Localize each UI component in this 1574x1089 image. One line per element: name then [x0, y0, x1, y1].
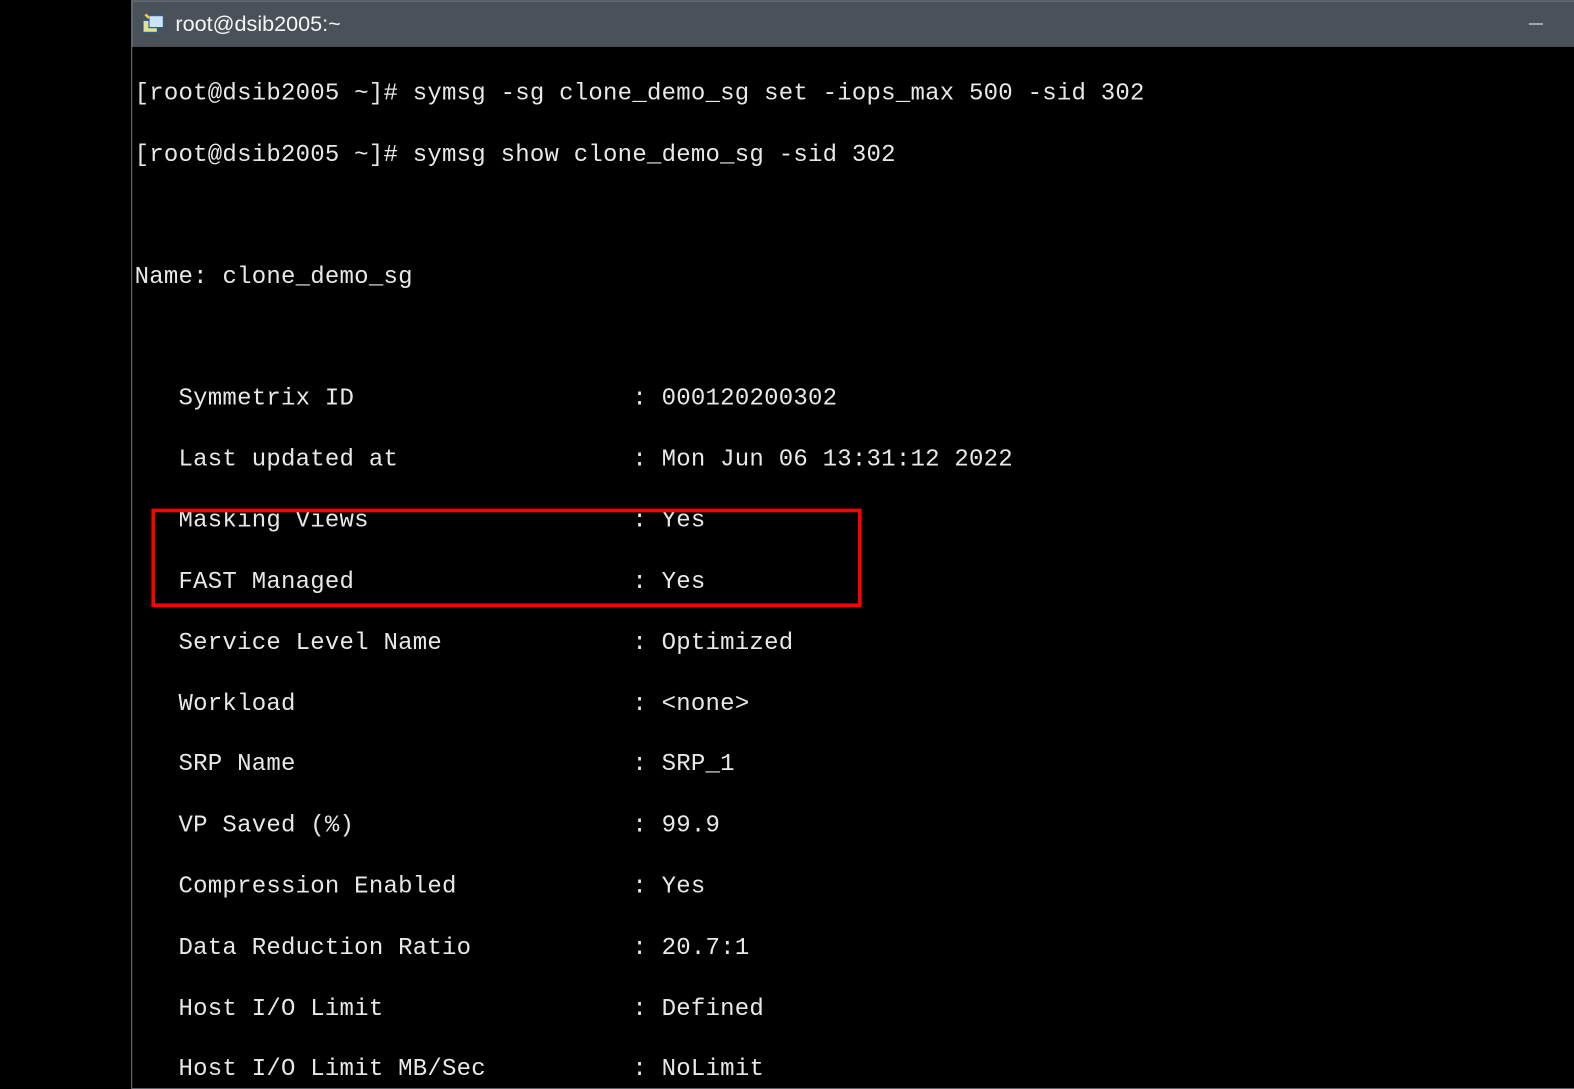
titlebar[interactable]: root@dsib2005:~	[132, 1, 1574, 47]
app-icon	[142, 12, 166, 36]
maximize-button[interactable]	[1569, 1, 1574, 47]
command-1: symsg -sg clone_demo_sg set -iops_max 50…	[413, 81, 1145, 109]
attr-data-reduction: Data Reduction Ratio : 20.7:1	[135, 933, 1574, 963]
prompt: [root@dsib2005 ~]#	[135, 142, 399, 170]
name-label: Name:	[135, 264, 208, 292]
window-title: root@dsib2005:~	[175, 11, 1502, 36]
content-area: [root@dsib2005 ~]# symsg -sg clone_demo_…	[132, 47, 1574, 1088]
attr-masking-views: Masking Views : Yes	[135, 506, 1574, 536]
attr-vp-saved: VP Saved (%) : 99.9	[135, 811, 1574, 841]
attr-hio-mbsec: Host I/O Limit MB/Sec : NoLimit	[135, 1055, 1574, 1085]
attr-service-level: Service Level Name : Optimized	[135, 628, 1574, 658]
attr-compression: Compression Enabled : Yes	[135, 872, 1574, 902]
attr-symmetrix-id: Symmetrix ID : 000120200302	[135, 384, 1574, 414]
terminal-output[interactable]: [root@dsib2005 ~]# symsg -sg clone_demo_…	[132, 47, 1574, 1088]
attr-workload: Workload : <none>	[135, 689, 1574, 719]
name-value: clone_demo_sg	[222, 264, 412, 292]
terminal-window: root@dsib2005:~ [root@dsib2005 ~]# symsg…	[131, 0, 1574, 1089]
attr-hio-limit: Host I/O Limit : Defined	[135, 994, 1574, 1024]
minimize-button[interactable]	[1502, 1, 1569, 47]
command-2: symsg show clone_demo_sg -sid 302	[413, 142, 896, 170]
attr-srp-name: SRP Name : SRP_1	[135, 750, 1574, 780]
window-controls	[1502, 1, 1574, 47]
attr-fast-managed: FAST Managed : Yes	[135, 567, 1574, 597]
prompt: [root@dsib2005 ~]#	[135, 81, 399, 109]
attr-last-updated: Last updated at : Mon Jun 06 13:31:12 20…	[135, 445, 1574, 475]
